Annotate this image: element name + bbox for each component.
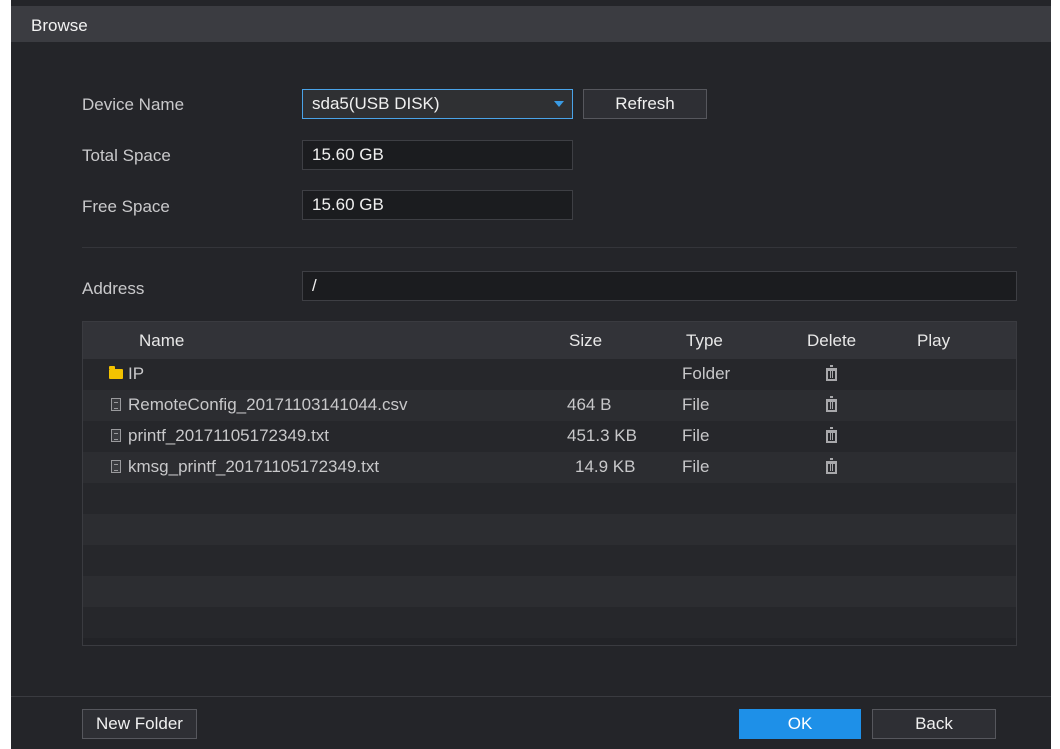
row-size: 451.3 KB — [567, 426, 637, 445]
file-icon — [111, 460, 121, 473]
table-row — [83, 545, 1016, 576]
table-row — [83, 576, 1016, 607]
trash-icon[interactable] — [826, 458, 837, 474]
folder-icon — [109, 366, 123, 379]
file-table: Name Size Type Delete Play IP Folder Rem… — [82, 321, 1017, 646]
address-label: Address — [82, 279, 145, 298]
column-name: Name — [139, 331, 185, 350]
footer-divider — [11, 696, 1051, 697]
row-type: File — [682, 426, 710, 445]
row-type: Folder — [682, 364, 731, 383]
table-body: IP Folder RemoteConfig_20171103141044.cs… — [83, 359, 1016, 645]
browse-dialog: Browse Device Name sda5(USB DISK) Refres… — [11, 0, 1051, 749]
new-folder-button[interactable]: New Folder — [82, 709, 197, 739]
title-bar: Browse — [11, 6, 1051, 42]
window-title: Browse — [31, 16, 88, 35]
file-icon — [111, 398, 121, 411]
row-type: File — [682, 395, 710, 414]
table-row — [83, 514, 1016, 545]
table-row[interactable]: IP Folder — [83, 359, 1016, 390]
back-button[interactable]: Back — [872, 709, 996, 739]
free-space-field: 15.60 GB — [302, 190, 573, 220]
row-name: printf_20171105172349.txt — [128, 426, 330, 445]
refresh-button[interactable]: Refresh — [583, 89, 707, 119]
table-row — [83, 607, 1016, 638]
total-space-field: 15.60 GB — [302, 140, 573, 170]
column-type: Type — [686, 331, 723, 350]
trash-icon[interactable] — [826, 427, 837, 443]
table-row — [83, 483, 1016, 514]
column-delete: Delete — [807, 331, 857, 350]
file-icon — [111, 429, 121, 442]
row-size: 14.9 KB — [575, 457, 636, 476]
table-header: Name Size Type Delete Play — [83, 322, 1016, 359]
trash-icon[interactable] — [826, 365, 837, 381]
row-name: IP — [128, 364, 145, 383]
table-row[interactable]: printf_20171105172349.txt 451.3 KB File — [83, 421, 1016, 452]
device-name-label: Device Name — [82, 95, 185, 114]
row-type: File — [682, 457, 710, 476]
device-name-value: sda5(USB DISK) — [312, 94, 440, 113]
row-name: RemoteConfig_20171103141044.csv — [128, 395, 408, 414]
chevron-down-icon[interactable] — [554, 101, 564, 107]
divider — [82, 247, 1017, 248]
address-field[interactable]: / — [302, 271, 1017, 301]
free-space-label: Free Space — [82, 197, 170, 216]
device-name-select[interactable]: sda5(USB DISK) — [302, 89, 573, 119]
total-space-label: Total Space — [82, 146, 171, 165]
table-row[interactable]: kmsg_printf_20171105172349.txt 14.9 KB F… — [83, 452, 1016, 483]
column-size: Size — [569, 331, 603, 350]
row-name: kmsg_printf_20171105172349.txt — [128, 457, 380, 476]
table-row[interactable]: RemoteConfig_20171103141044.csv 464 B Fi… — [83, 390, 1016, 421]
column-play: Play — [917, 331, 951, 350]
ok-button[interactable]: OK — [739, 709, 861, 739]
row-size: 464 B — [567, 395, 612, 414]
trash-icon[interactable] — [826, 396, 837, 412]
